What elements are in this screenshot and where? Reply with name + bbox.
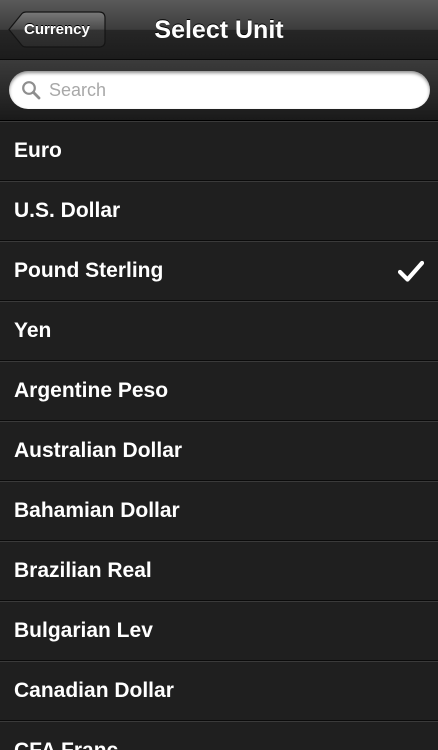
list-item-label: Yen [14,319,52,342]
list-item-label: CFA Franc [14,722,118,750]
search-bar [0,60,438,121]
list-item-label: Canadian Dollar [14,679,174,702]
list-item-label: Brazilian Real [14,559,152,582]
list-item[interactable]: Argentine Peso [0,361,438,421]
list-item[interactable]: Bulgarian Lev [0,601,438,661]
list-item[interactable]: Canadian Dollar [0,661,438,721]
checkmark-icon [398,260,424,282]
list-item[interactable]: Bahamian Dollar [0,481,438,541]
list-item-label: Pound Sterling [14,259,164,282]
list-item-label: Bahamian Dollar [14,499,180,522]
list-item[interactable]: Yen [0,301,438,361]
list-item-label: Bulgarian Lev [14,619,153,642]
list-item-label: Argentine Peso [14,379,169,402]
search-icon [22,81,41,100]
back-button[interactable]: Currency [8,11,106,48]
back-button-label: Currency [24,21,90,38]
list-item[interactable]: Brazilian Real [0,541,438,601]
navigation-bar: Currency Select Unit [0,0,438,60]
search-input[interactable] [49,79,389,101]
page-title: Select Unit [154,16,284,44]
list-item[interactable]: U.S. Dollar [0,181,438,241]
list-item[interactable]: Australian Dollar [0,421,438,481]
list-item[interactable]: Euro [0,121,438,181]
list-item-label: Australian Dollar [14,439,183,462]
unit-list: Euro U.S. Dollar Pound Sterling Yen Argentin… [0,121,438,750]
list-item-label: U.S. Dollar [14,199,121,222]
screen: Currency Select Unit Euro U.S. Dollar Poun… [0,0,438,750]
list-item[interactable]: Pound Sterling [0,241,438,301]
list-item[interactable]: CFA Franc [0,721,438,750]
list-item-label: Euro [14,139,62,162]
search-field[interactable] [9,71,430,109]
